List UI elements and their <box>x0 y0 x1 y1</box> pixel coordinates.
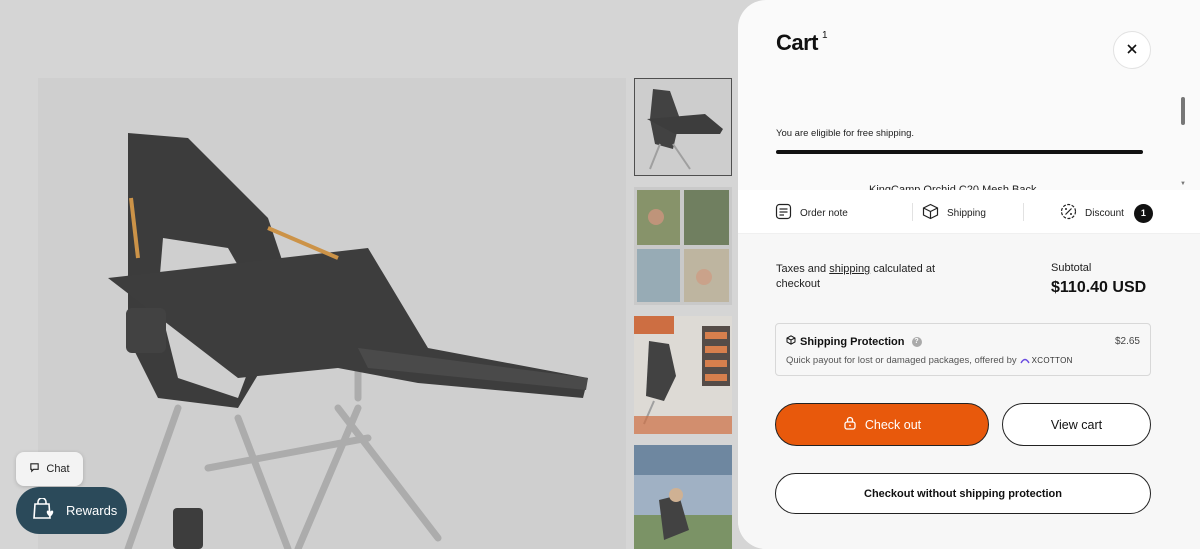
cart-title: Cart <box>776 30 819 55</box>
cart-actions-bar: Order note Shipping Discount 1 <box>738 190 1200 234</box>
lock-icon <box>843 416 857 433</box>
order-note-label: Order note <box>800 207 848 219</box>
shipping-protection-title-text: Shipping Protection <box>800 335 905 348</box>
discount-icon <box>1060 203 1077 223</box>
help-icon[interactable]: ? <box>911 336 922 347</box>
shipping-protection-description: Quick payout for lost or damaged package… <box>786 355 1073 366</box>
order-note-icon <box>775 203 792 223</box>
thumbnail-4[interactable] <box>634 445 732 549</box>
taxes-note-prefix: Taxes and <box>776 263 830 275</box>
xcotton-logo-text: XCOTTON <box>1031 356 1073 365</box>
rewards-label: Rewards <box>66 503 118 518</box>
scroll-down-arrow-icon[interactable]: ▼ <box>1180 181 1186 187</box>
shipping-protection-price: $2.65 <box>1114 336 1140 347</box>
xcotton-logo: XCOTTON <box>1020 356 1073 365</box>
chat-label: Chat <box>46 463 70 475</box>
free-shipping-message: You are eligible for free shipping. <box>776 128 915 139</box>
checkout-label: Check out <box>864 417 922 432</box>
discount-button[interactable]: Discount 1 <box>1060 203 1153 223</box>
action-divider <box>1023 203 1024 221</box>
close-icon <box>1127 41 1137 59</box>
shipping-label: Shipping <box>947 207 986 219</box>
shield-box-icon <box>786 335 796 348</box>
discount-label: Discount <box>1085 207 1124 219</box>
close-cart-button[interactable] <box>1113 31 1151 69</box>
shipping-estimate-button[interactable]: Shipping <box>922 203 986 223</box>
thumbnail-2[interactable] <box>634 187 732 305</box>
rewards-button[interactable]: Rewards <box>16 487 127 534</box>
taxes-note: Taxes and shipping calculated at checkou… <box>776 262 966 292</box>
shipping-protection-description-text: Quick payout for lost or damaged package… <box>786 355 1017 366</box>
chat-icon <box>29 462 40 476</box>
shipping-protection-title: Shipping Protection ? <box>786 335 922 348</box>
action-divider <box>912 203 913 221</box>
free-shipping-progress-fill <box>776 150 1143 154</box>
rewards-bag-icon <box>32 497 56 523</box>
checkout-without-protection-button[interactable]: Checkout without shipping protection <box>775 473 1151 514</box>
checkout-button[interactable]: Check out <box>775 403 989 446</box>
subtotal-label: Subtotal <box>1051 262 1092 274</box>
thumbnail-3[interactable] <box>634 316 732 434</box>
cart-scrollbar-thumb[interactable] <box>1181 97 1185 125</box>
shipping-policy-link[interactable]: shipping <box>829 263 870 275</box>
thumbnail-1[interactable] <box>634 78 732 176</box>
free-shipping-progress <box>776 150 1143 154</box>
shipping-box-icon <box>922 203 939 223</box>
shipping-protection-box[interactable]: Shipping Protection ? $2.65 Quick payout… <box>775 323 1151 376</box>
order-note-button[interactable]: Order note <box>775 203 848 223</box>
product-thumbnails <box>634 78 732 549</box>
cart-drawer: Cart 1 You are eligible for free shippin… <box>738 0 1200 549</box>
discount-count-badge: 1 <box>1133 203 1153 223</box>
subtotal-value: $110.40 USD <box>1051 279 1147 296</box>
view-cart-button[interactable]: View cart <box>1002 403 1151 446</box>
chat-button[interactable]: Chat <box>16 452 83 486</box>
cart-item-count: 1 <box>822 30 828 41</box>
product-main-image[interactable] <box>38 78 626 549</box>
cart-footer: Taxes and shipping calculated at checkou… <box>738 234 1200 549</box>
